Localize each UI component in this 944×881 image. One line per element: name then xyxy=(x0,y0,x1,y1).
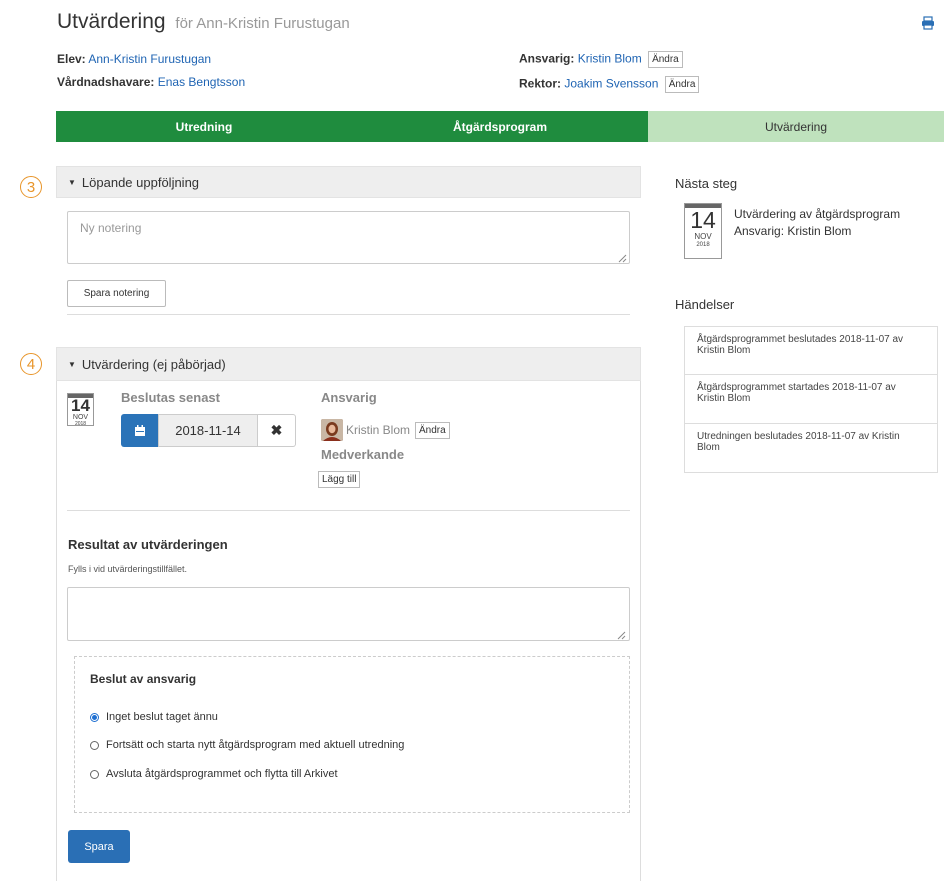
panel-border-left xyxy=(56,381,57,881)
event-item: Utredningen beslutades 2018-11-07 av Kri… xyxy=(684,424,938,473)
step-utredning[interactable]: Utredning xyxy=(56,111,352,142)
calendar-button[interactable] xyxy=(121,414,158,447)
evaluation-responsible-name[interactable]: Kristin Blom xyxy=(346,423,410,437)
resize-handle-icon[interactable] xyxy=(618,251,627,263)
decision-option-label: Avsluta åtgärdsprogrammet och flytta til… xyxy=(106,768,338,780)
calendar-month: NOV xyxy=(694,232,712,241)
evaluation-panel-header[interactable]: ▼ Utvärdering (ej påbörjad) xyxy=(56,347,641,381)
guardian-label: Vårdnadshavare: xyxy=(57,75,155,89)
events-title: Händelser xyxy=(675,297,735,312)
add-collaborator-button[interactable]: Lägg till xyxy=(318,471,361,488)
next-step-title: Nästa steg xyxy=(675,176,738,191)
events-list: Åtgärdsprogrammet beslutades 2018-11-07 … xyxy=(684,326,938,473)
divider xyxy=(67,314,630,315)
evaluation-responsible-label: Ansvarig xyxy=(321,390,377,405)
change-principal-button[interactable]: Ändra xyxy=(664,76,700,93)
change-responsible-button[interactable]: Ändra xyxy=(648,51,683,68)
student-label: Elev: xyxy=(57,52,86,66)
page-subtitle: för Ann-Kristin Furustugan xyxy=(175,15,350,32)
decision-option-label: Inget beslut taget ännu xyxy=(106,711,218,723)
calendar-year: 2018 xyxy=(74,421,87,427)
new-note-input[interactable]: Ny notering xyxy=(67,211,630,264)
deadline-date-picker: 2018-11-14 ✖ xyxy=(121,414,296,447)
step-bar: Utredning Åtgärdsprogram Utvärdering xyxy=(56,111,944,142)
section-number-3: 3 xyxy=(20,176,42,198)
radio-button-checked[interactable] xyxy=(90,712,99,722)
decision-title: Beslut av ansvarig xyxy=(90,672,197,686)
section-number-4: 4 xyxy=(20,353,42,375)
guardian-row: Vårdnadshavare: Enas Bengtsson xyxy=(57,75,245,89)
guardian-link[interactable]: Enas Bengtsson xyxy=(158,75,245,89)
result-hint: Fylls i vid utvärderingstillfället. xyxy=(68,564,188,574)
result-textarea[interactable] xyxy=(67,587,630,641)
collaborators-label: Medverkande xyxy=(321,447,405,462)
next-step-text-block: Utvärdering av åtgärdsprogram Ansvarig: … xyxy=(734,206,900,240)
save-note-button[interactable]: Spara notering xyxy=(67,280,166,307)
clear-date-button[interactable]: ✖ xyxy=(258,414,296,447)
change-evaluation-responsible-button[interactable]: Ändra xyxy=(415,421,450,439)
principal-label: Rektor: xyxy=(519,76,562,91)
principal-row: Rektor: Joakim Svensson Ändra xyxy=(519,76,700,93)
radio-button[interactable] xyxy=(90,740,99,750)
page-title-text: Utvärdering xyxy=(57,10,166,33)
page-title: Utvärdering för Ann-Kristin Furustugan xyxy=(57,10,350,34)
responsible-label: Ansvarig: xyxy=(519,51,575,66)
next-step-responsible: Ansvarig: Kristin Blom xyxy=(734,224,852,238)
responsible-row: Ansvarig: Kristin Blom Ändra xyxy=(519,51,683,68)
step-utvardering[interactable]: Utvärdering xyxy=(648,111,944,142)
radio-button[interactable] xyxy=(90,769,99,779)
avatar xyxy=(321,419,343,441)
student-link[interactable]: Ann-Kristin Furustugan xyxy=(88,52,211,66)
decision-option-0[interactable]: Inget beslut taget ännu xyxy=(90,711,218,723)
event-item: Åtgärdsprogrammet startades 2018-11-07 a… xyxy=(684,375,938,424)
deadline-calendar-icon: 14 NOV 2018 xyxy=(67,393,94,427)
decision-option-1[interactable]: Fortsätt och starta nytt åtgärdsprogram … xyxy=(90,739,404,751)
calendar-day: 14 xyxy=(71,396,90,415)
print-icon[interactable] xyxy=(921,16,935,30)
calendar-month: NOV xyxy=(72,414,89,421)
resize-handle-icon[interactable] xyxy=(617,628,626,640)
followup-panel-header[interactable]: ▼ Löpande uppföljning xyxy=(56,166,641,198)
collapse-triangle-icon: ▼ xyxy=(68,359,76,369)
student-row: Elev: Ann-Kristin Furustugan xyxy=(57,52,211,66)
evaluation-responsible-row: Kristin Blom Ändra xyxy=(321,419,450,441)
followup-title: Löpande uppföljning xyxy=(81,174,200,190)
collapse-triangle-icon: ▼ xyxy=(68,177,76,187)
deadline-label: Beslutas senast xyxy=(121,390,220,405)
result-title: Resultat av utvärderingen xyxy=(68,537,228,552)
event-item: Åtgärdsprogrammet beslutades 2018-11-07 … xyxy=(684,326,938,375)
step-atgardsprogram[interactable]: Åtgärdsprogram xyxy=(352,111,648,142)
responsible-link[interactable]: Kristin Blom xyxy=(578,52,642,66)
calendar-icon xyxy=(134,424,145,436)
next-step-calendar-icon: 14 NOV 2018 xyxy=(684,203,722,259)
decision-option-2[interactable]: Avsluta åtgärdsprogrammet och flytta til… xyxy=(90,768,338,780)
calendar-year: 2018 xyxy=(696,242,710,248)
principal-link[interactable]: Joakim Svensson xyxy=(564,77,658,91)
evaluation-title: Utvärdering (ej påbörjad) xyxy=(81,356,226,372)
panel-border-right xyxy=(640,381,641,881)
decision-option-label: Fortsätt och starta nytt åtgärdsprogram … xyxy=(106,739,405,751)
divider xyxy=(67,510,630,511)
next-step-text: Utvärdering av åtgärdsprogram xyxy=(734,207,901,221)
save-button[interactable]: Spara xyxy=(68,830,130,863)
deadline-date-input[interactable]: 2018-11-14 xyxy=(158,414,258,447)
calendar-day: 14 xyxy=(690,207,716,233)
